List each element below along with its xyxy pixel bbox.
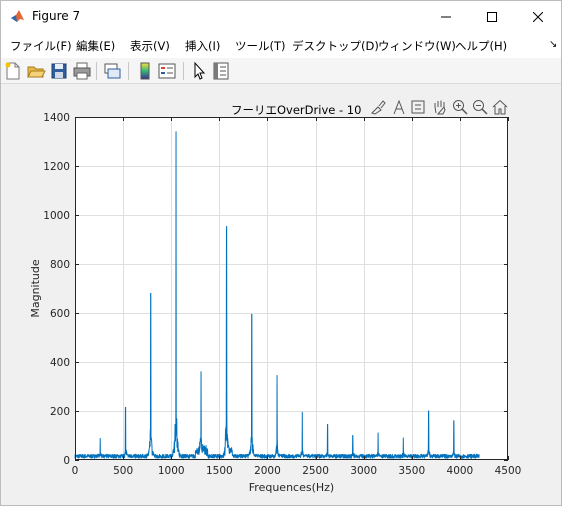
spectrum-peak-point[interactable] bbox=[124, 405, 128, 409]
spectrum-peak-point[interactable] bbox=[326, 422, 330, 426]
y-tick-label: 600 bbox=[50, 308, 70, 320]
spectrum-peak-point[interactable] bbox=[427, 409, 431, 413]
axes-background[interactable] bbox=[75, 117, 508, 460]
figure-window: Figure 7 ファイル(F) 編集(E) 表示(V) 挿入(I) ツール(T… bbox=[0, 0, 562, 506]
spectrum-peak-point[interactable] bbox=[149, 291, 153, 295]
x-tick-label: 2500 bbox=[302, 465, 329, 477]
y-tick-label: 1200 bbox=[43, 161, 70, 173]
y-axis-label: Magnitude bbox=[29, 259, 42, 318]
spectrum-peak-point[interactable] bbox=[376, 431, 380, 435]
y-tick-label: 1400 bbox=[43, 112, 70, 124]
spectrum-peak-point[interactable] bbox=[452, 419, 456, 423]
y-tick-label: 800 bbox=[50, 259, 70, 271]
spectrum-plot: 0 500 1000 1500 2000 2500 3000 3500 4000 4500 0 200… bbox=[29, 112, 522, 494]
spectrum-peak-point[interactable] bbox=[199, 373, 203, 377]
x-tick-label: 500 bbox=[113, 465, 133, 477]
x-axis-label: Frequences(Hz) bbox=[249, 481, 334, 494]
y-tick-label: 200 bbox=[50, 406, 70, 418]
x-tick-label: 0 bbox=[72, 465, 79, 477]
x-tick-label: 4500 bbox=[495, 465, 522, 477]
x-tick-label: 4000 bbox=[447, 465, 474, 477]
x-tick-label: 1000 bbox=[158, 465, 185, 477]
spectrum-peak-point[interactable] bbox=[250, 312, 254, 316]
spectrum-peak-point[interactable] bbox=[401, 436, 405, 440]
spectrum-peak-point[interactable] bbox=[300, 410, 304, 414]
spectrum-peak-point[interactable] bbox=[351, 434, 355, 438]
x-tick-label: 2000 bbox=[254, 465, 281, 477]
spectrum-peak-point[interactable] bbox=[225, 231, 229, 235]
y-tick-label: 0 bbox=[63, 455, 70, 467]
spectrum-peak-point[interactable] bbox=[174, 130, 178, 134]
y-tick-label: 1000 bbox=[43, 210, 70, 222]
spectrum-peak-point[interactable] bbox=[98, 436, 102, 440]
x-tick-label: 3500 bbox=[398, 465, 425, 477]
x-tick-label: 1500 bbox=[206, 465, 233, 477]
x-tick-label: 3000 bbox=[350, 465, 377, 477]
spectrum-peak-point[interactable] bbox=[275, 373, 279, 377]
y-tick-label: 400 bbox=[50, 357, 70, 369]
